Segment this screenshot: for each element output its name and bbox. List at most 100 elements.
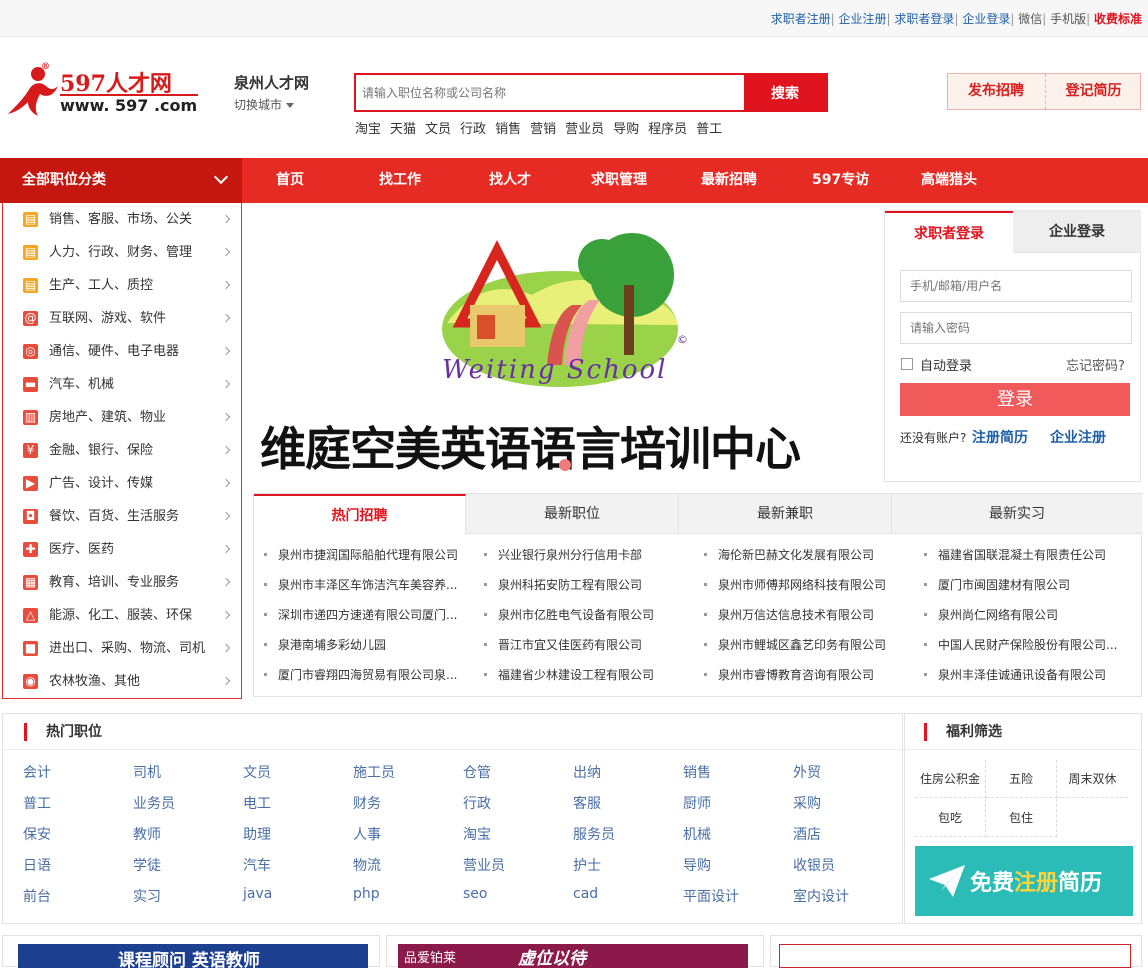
job-link[interactable]: 泉州丰泽佳诚通讯设备有限公司 bbox=[923, 666, 1106, 683]
search-input[interactable] bbox=[356, 75, 746, 110]
nav-headhunting[interactable]: 高端猎头 bbox=[921, 158, 977, 203]
job-link[interactable]: 泉州尚仁网络有限公司 bbox=[923, 606, 1058, 623]
hot-position-link[interactable]: 酒店 bbox=[793, 824, 821, 844]
hot-position-link[interactable]: 前台 bbox=[23, 886, 51, 906]
job-link[interactable]: 深圳市递四方速递有限公司厦门... bbox=[263, 606, 457, 623]
hot-position-link[interactable]: 司机 bbox=[133, 762, 161, 782]
hot-position-link[interactable]: 销售 bbox=[683, 762, 711, 782]
job-link[interactable]: 泉州市捷润国际船舶代理有限公司 bbox=[263, 546, 458, 563]
tab-latest-parttime[interactable]: 最新兼职 bbox=[679, 494, 892, 534]
hot-keyword-link[interactable]: 营业员 bbox=[565, 122, 604, 137]
hot-position-link[interactable]: 仓管 bbox=[463, 762, 491, 782]
hot-position-link[interactable]: 财务 bbox=[353, 793, 381, 813]
register-resume-button[interactable]: 登记简历 bbox=[1045, 74, 1141, 109]
nav-interviews[interactable]: 597专访 bbox=[812, 158, 869, 203]
nav-find-talent[interactable]: 找人才 bbox=[489, 158, 531, 203]
hot-keyword-link[interactable]: 程序员 bbox=[648, 122, 687, 137]
hot-position-link[interactable]: 电工 bbox=[243, 793, 271, 813]
hot-position-link[interactable]: 普工 bbox=[23, 793, 51, 813]
mobile-link[interactable]: 手机版 bbox=[1050, 12, 1086, 26]
tab-company-login[interactable]: 企业登录 bbox=[1013, 211, 1141, 253]
hot-position-link[interactable]: java bbox=[243, 886, 272, 902]
all-categories-button[interactable]: 全部职位分类 bbox=[0, 158, 242, 203]
forgot-password-link[interactable]: 忘记密码? bbox=[1066, 355, 1125, 374]
hot-position-link[interactable]: 汽车 bbox=[243, 855, 271, 875]
tab-hot-jobs[interactable]: 热门招聘 bbox=[254, 494, 466, 534]
hot-keyword-link[interactable]: 普工 bbox=[696, 122, 722, 137]
ad-slot-2[interactable]: 品爱铂莱 虚位以待 bbox=[386, 935, 764, 968]
hot-position-link[interactable]: 行政 bbox=[463, 793, 491, 813]
hot-position-link[interactable]: 护士 bbox=[573, 855, 601, 875]
category-item[interactable]: ◎ 通信、硬件、电子电器 bbox=[3, 335, 241, 368]
hot-position-link[interactable]: 教师 bbox=[133, 824, 161, 844]
hot-position-link[interactable]: 助理 bbox=[243, 824, 271, 844]
tab-latest-internship[interactable]: 最新实习 bbox=[892, 494, 1142, 534]
job-link[interactable]: 泉州市亿胜电气设备有限公司 bbox=[483, 606, 654, 623]
job-link[interactable]: 泉州市鲤城区鑫艺印务有限公司 bbox=[703, 636, 886, 653]
category-item[interactable]: ▤ 人力、行政、财务、管理 bbox=[3, 236, 241, 269]
nav-find-job[interactable]: 找工作 bbox=[379, 158, 421, 203]
hot-keyword-link[interactable]: 导购 bbox=[613, 122, 639, 137]
hot-position-link[interactable]: 施工员 bbox=[353, 762, 395, 782]
hot-position-link[interactable]: 室内设计 bbox=[793, 886, 849, 906]
welfare-housing[interactable]: 包住 bbox=[986, 799, 1057, 837]
category-item[interactable]: ▤ 销售、客服、市场、公关 bbox=[3, 203, 241, 236]
ad-slot-1[interactable]: 课程顾问 英语教师 bbox=[2, 935, 380, 968]
job-link[interactable]: 厦门市闽固建材有限公司 bbox=[923, 576, 1070, 593]
hot-position-link[interactable]: 服务员 bbox=[573, 824, 615, 844]
welfare-meals[interactable]: 包吃 bbox=[915, 799, 986, 837]
category-item[interactable]: ◘ 餐饮、百货、生活服务 bbox=[3, 500, 241, 533]
seeker-register-link[interactable]: 求职者注册 bbox=[771, 12, 831, 26]
welfare-housing-fund[interactable]: 住房公积金 bbox=[915, 760, 986, 798]
job-link[interactable]: 泉州市师傅邦网络科技有限公司 bbox=[703, 576, 886, 593]
hot-position-link[interactable]: 学徒 bbox=[133, 855, 161, 875]
job-link[interactable]: 中国人民财产保险股份有限公司... bbox=[923, 636, 1117, 653]
hot-position-link[interactable]: 文员 bbox=[243, 762, 271, 782]
pricing-link[interactable]: 收费标准 bbox=[1094, 12, 1142, 26]
job-link[interactable]: 福建省国联混凝土有限责任公司 bbox=[923, 546, 1106, 563]
login-button[interactable]: 登录 bbox=[900, 383, 1130, 416]
category-item[interactable]: ▬ 汽车、机械 bbox=[3, 368, 241, 401]
hot-position-link[interactable]: 出纳 bbox=[573, 762, 601, 782]
hot-position-link[interactable]: 采购 bbox=[793, 793, 821, 813]
company-register-link[interactable]: 企业注册 bbox=[839, 12, 887, 26]
welfare-weekends[interactable]: 周末双休 bbox=[1057, 760, 1128, 798]
hot-position-link[interactable]: 人事 bbox=[353, 824, 381, 844]
job-link[interactable]: 泉州市睿博教育咨询有限公司 bbox=[703, 666, 874, 683]
free-register-banner[interactable]: 免费注册简历 bbox=[915, 846, 1133, 916]
auto-login-checkbox[interactable] bbox=[901, 358, 913, 370]
hot-position-link[interactable]: 业务员 bbox=[133, 793, 175, 813]
category-item[interactable]: ▥ 房地产、建筑、物业 bbox=[3, 401, 241, 434]
tab-latest-jobs[interactable]: 最新职位 bbox=[466, 494, 679, 534]
category-item[interactable]: △ 能源、化工、服装、环保 bbox=[3, 599, 241, 632]
register-company-link[interactable]: 企业注册 bbox=[1050, 427, 1106, 447]
hot-position-link[interactable]: cad bbox=[573, 886, 598, 902]
job-link[interactable]: 厦门市睿翔四海贸易有限公司泉... bbox=[263, 666, 457, 683]
hot-position-link[interactable]: seo bbox=[463, 886, 487, 902]
search-button[interactable]: 搜索 bbox=[744, 73, 826, 112]
hot-position-link[interactable]: 导购 bbox=[683, 855, 711, 875]
job-link[interactable]: 晋江市宜又佳医药有限公司 bbox=[483, 636, 642, 653]
hot-position-link[interactable]: 客服 bbox=[573, 793, 601, 813]
nav-home[interactable]: 首页 bbox=[276, 158, 304, 203]
category-item[interactable]: ✚ 医疗、医药 bbox=[3, 533, 241, 566]
hot-keyword-link[interactable]: 天猫 bbox=[390, 122, 416, 137]
register-resume-link[interactable]: 注册简历 bbox=[972, 427, 1028, 447]
job-link[interactable]: 泉州市丰泽区车饰洁汽车美容养... bbox=[263, 576, 457, 593]
hot-position-link[interactable]: 保安 bbox=[23, 824, 51, 844]
company-login-link[interactable]: 企业登录 bbox=[962, 12, 1010, 26]
hot-position-link[interactable]: 日语 bbox=[23, 855, 51, 875]
password-input[interactable] bbox=[900, 312, 1132, 344]
hot-position-link[interactable]: 实习 bbox=[133, 886, 161, 906]
hot-position-link[interactable]: 淘宝 bbox=[463, 824, 491, 844]
username-input[interactable] bbox=[900, 270, 1132, 302]
job-link[interactable]: 泉州科拓安防工程有限公司 bbox=[483, 576, 642, 593]
hot-position-link[interactable]: 物流 bbox=[353, 855, 381, 875]
nav-latest-jobs[interactable]: 最新招聘 bbox=[701, 158, 757, 203]
hot-keyword-link[interactable]: 淘宝 bbox=[355, 122, 381, 137]
job-link[interactable]: 兴业银行泉州分行信用卡部 bbox=[483, 546, 642, 563]
seeker-login-link[interactable]: 求职者登录 bbox=[894, 12, 954, 26]
ad-banner[interactable]: © Weiting School 维庭空美英语语言培训中心 bbox=[252, 205, 878, 488]
ad-slot-3[interactable] bbox=[770, 935, 1142, 968]
hot-keyword-link[interactable]: 行政 bbox=[460, 122, 486, 137]
